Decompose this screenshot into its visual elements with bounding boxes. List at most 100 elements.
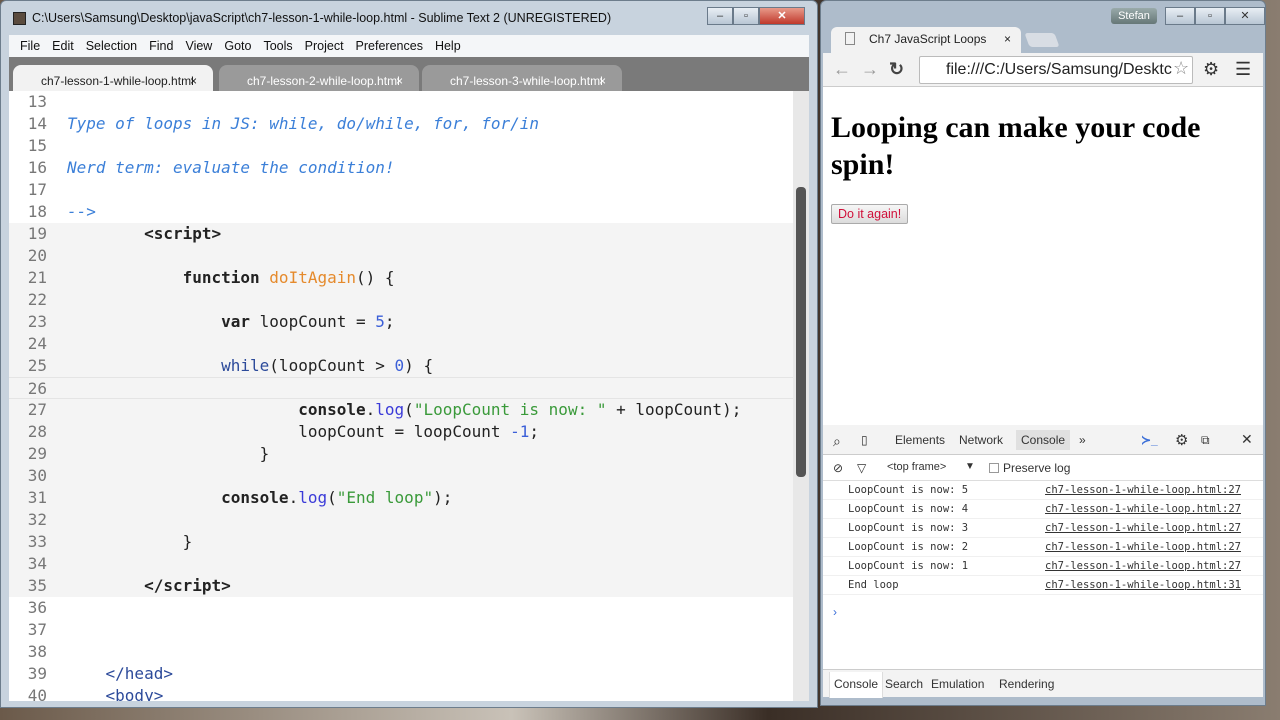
dropdown-arrow-icon[interactable]: ▼ [965,461,975,472]
menu-tools[interactable]: Tools [258,39,299,53]
code-line[interactable]: 39 </head> [9,663,793,685]
gear-icon[interactable]: ⚙ [1203,59,1219,80]
console-drawer-icon[interactable]: ≻_ [1141,433,1158,447]
code-line[interactable]: 26 [9,377,793,399]
code-line[interactable]: 16 Nerd term: evaluate the condition! [9,157,793,179]
file-tab-1[interactable]: ch7-lesson-1-while-loop.html × [13,65,213,91]
code-line[interactable]: 19 <script> [9,223,793,245]
source-link[interactable]: ch7-lesson-1-while-loop.html:27 [1045,481,1241,500]
code-line[interactable]: 24 [9,333,793,355]
clear-console-icon[interactable]: ⊘ [833,461,843,475]
code-line[interactable]: 37 [9,619,793,641]
tab-close-icon[interactable]: × [1004,32,1011,46]
drawer-tab-rendering[interactable]: Rendering [999,677,1054,691]
code-line[interactable]: 35 </script> [9,575,793,597]
code-line[interactable]: 21 function doItAgain() { [9,267,793,289]
source-link[interactable]: ch7-lesson-1-while-loop.html:27 [1045,500,1241,519]
maximize-button[interactable]: ▫ [733,7,759,25]
code-line[interactable]: 33 } [9,531,793,553]
code-line[interactable]: 28 loopCount = loopCount -1; [9,421,793,443]
frame-select[interactable]: <top frame> [887,461,946,473]
reload-icon[interactable]: ↻ [889,59,904,80]
do-it-again-button[interactable]: Do it again! [831,204,909,224]
menu-goto[interactable]: Goto [219,39,258,53]
file-tab-3[interactable]: ch7-lesson-3-while-loop.html × [422,65,622,91]
line-number: 34 [27,554,47,573]
tab-close-icon[interactable]: × [190,74,197,88]
close-button[interactable]: ✕ [759,7,805,25]
forward-icon[interactable]: → [861,59,879,80]
drawer-tab-emulation[interactable]: Emulation [931,677,984,691]
filter-icon[interactable]: ▽ [857,461,866,475]
scrollbar-thumb[interactable] [796,187,806,477]
menu-project[interactable]: Project [300,39,351,53]
code-line[interactable]: 32 [9,509,793,531]
code-token: "End loop" [336,488,434,507]
source-link[interactable]: ch7-lesson-1-while-loop.html:27 [1045,557,1241,576]
profile-button[interactable]: Stefan [1111,8,1157,24]
search-icon[interactable]: ⌕ [833,433,841,450]
code-line[interactable]: 17 [9,179,793,201]
minimize-button[interactable]: – [707,7,733,25]
file-tab-2[interactable]: ch7-lesson-2-while-loop.html × [219,65,419,91]
new-tab-button[interactable] [1024,33,1060,47]
menu-view[interactable]: View [180,39,219,53]
code-line[interactable]: 29 } [9,443,793,465]
code-line[interactable]: 22 [9,289,793,311]
code-line[interactable]: 20 [9,245,793,267]
more-tabs-button[interactable]: » [1079,433,1086,447]
menu-file[interactable]: File [15,39,47,53]
code-line[interactable]: 34 [9,553,793,575]
settings-gear-icon[interactable]: ⚙ [1175,431,1188,449]
back-icon[interactable]: ← [833,59,851,80]
code-line[interactable]: 15 [9,135,793,157]
line-number: 19 [27,224,47,243]
menu-find[interactable]: Find [144,39,180,53]
menu-icon[interactable]: ☰ [1235,59,1251,80]
tab-close-icon[interactable]: × [396,74,403,88]
code-line[interactable]: 31 console.log("End loop"); [9,487,793,509]
menu-edit[interactable]: Edit [47,39,81,53]
browser-tab[interactable]: Ch7 JavaScript Loops × [831,27,1021,53]
code-line[interactable]: 30 [9,465,793,487]
bookmark-star-icon[interactable]: ☆ [1173,58,1189,79]
source-link[interactable]: ch7-lesson-1-while-loop.html:27 [1045,519,1241,538]
close-button[interactable]: ✕ [1225,7,1265,25]
code-line[interactable]: 27 console.log("LoopCount is now: " + lo… [9,399,793,421]
menu-preferences[interactable]: Preferences [351,39,430,53]
tab-console[interactable]: Console [1016,430,1071,450]
code-line[interactable]: 40 <body> [9,685,793,701]
code-token: <body> [105,686,164,701]
code-line[interactable]: 36 [9,597,793,619]
line-number: 18 [27,202,47,221]
line-number: 40 [27,686,47,701]
code-line[interactable]: 25 while(loopCount > 0) { [9,355,793,377]
source-link[interactable]: ch7-lesson-1-while-loop.html:31 [1045,576,1241,595]
code-line[interactable]: 13 [9,91,793,113]
console-filter-bar: ⊘ ▽ <top frame> ▼ Preserve log [823,455,1263,481]
close-devtools-icon[interactable]: ✕ [1241,431,1253,448]
device-mode-icon[interactable]: ▯ [861,433,868,447]
code-editor[interactable]: 13 14 Type of loops in JS: while, do/while… [9,91,793,701]
tab-elements[interactable]: Elements [895,433,945,447]
code-token: ); [433,488,453,507]
editor-scrollbar[interactable] [793,91,809,701]
drawer-tab-search[interactable]: Search [885,677,923,691]
address-bar[interactable]: file:///C:/Users/Samsung/Desktc [919,56,1193,84]
dock-icon[interactable]: ⧉ [1201,433,1210,448]
preserve-log-checkbox[interactable] [989,463,999,473]
code-line[interactable]: 18 --> [9,201,793,223]
code-line[interactable]: 38 [9,641,793,663]
tab-network[interactable]: Network [959,433,1003,447]
code-line[interactable]: 23 var loopCount = 5; [9,311,793,333]
menu-selection[interactable]: Selection [81,39,144,53]
maximize-button[interactable]: ▫ [1195,7,1225,25]
code-token: log [298,488,328,507]
minimize-button[interactable]: – [1165,7,1195,25]
source-link[interactable]: ch7-lesson-1-while-loop.html:27 [1045,538,1241,557]
code-line[interactable]: 14 Type of loops in JS: while, do/while, … [9,113,793,135]
tab-close-icon[interactable]: × [599,74,606,88]
console-prompt[interactable]: › [833,605,837,619]
menu-help[interactable]: Help [430,39,468,53]
drawer-tab-console[interactable]: Console [829,672,884,698]
